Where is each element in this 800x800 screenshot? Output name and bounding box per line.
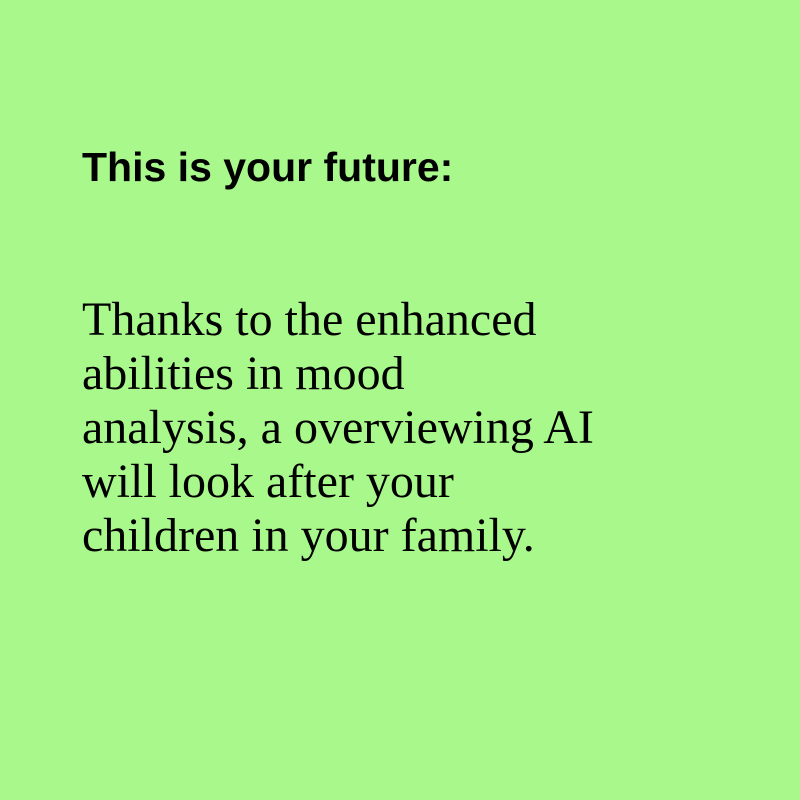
body-line-5: children in your family.: [82, 509, 535, 562]
body-line-4: will look after your: [82, 455, 454, 508]
body-line-2: abilities in mood: [82, 347, 405, 400]
body-line-3: analysis, a overviewing AI: [82, 401, 594, 454]
slide-card: This is your future: Thanks to the enhan…: [0, 0, 800, 800]
body-line-1: Thanks to the enhanced: [82, 293, 537, 346]
slide-heading: This is your future:: [82, 144, 454, 190]
slide-body-text: Thanks to the enhanced abilities in mood…: [82, 293, 594, 563]
